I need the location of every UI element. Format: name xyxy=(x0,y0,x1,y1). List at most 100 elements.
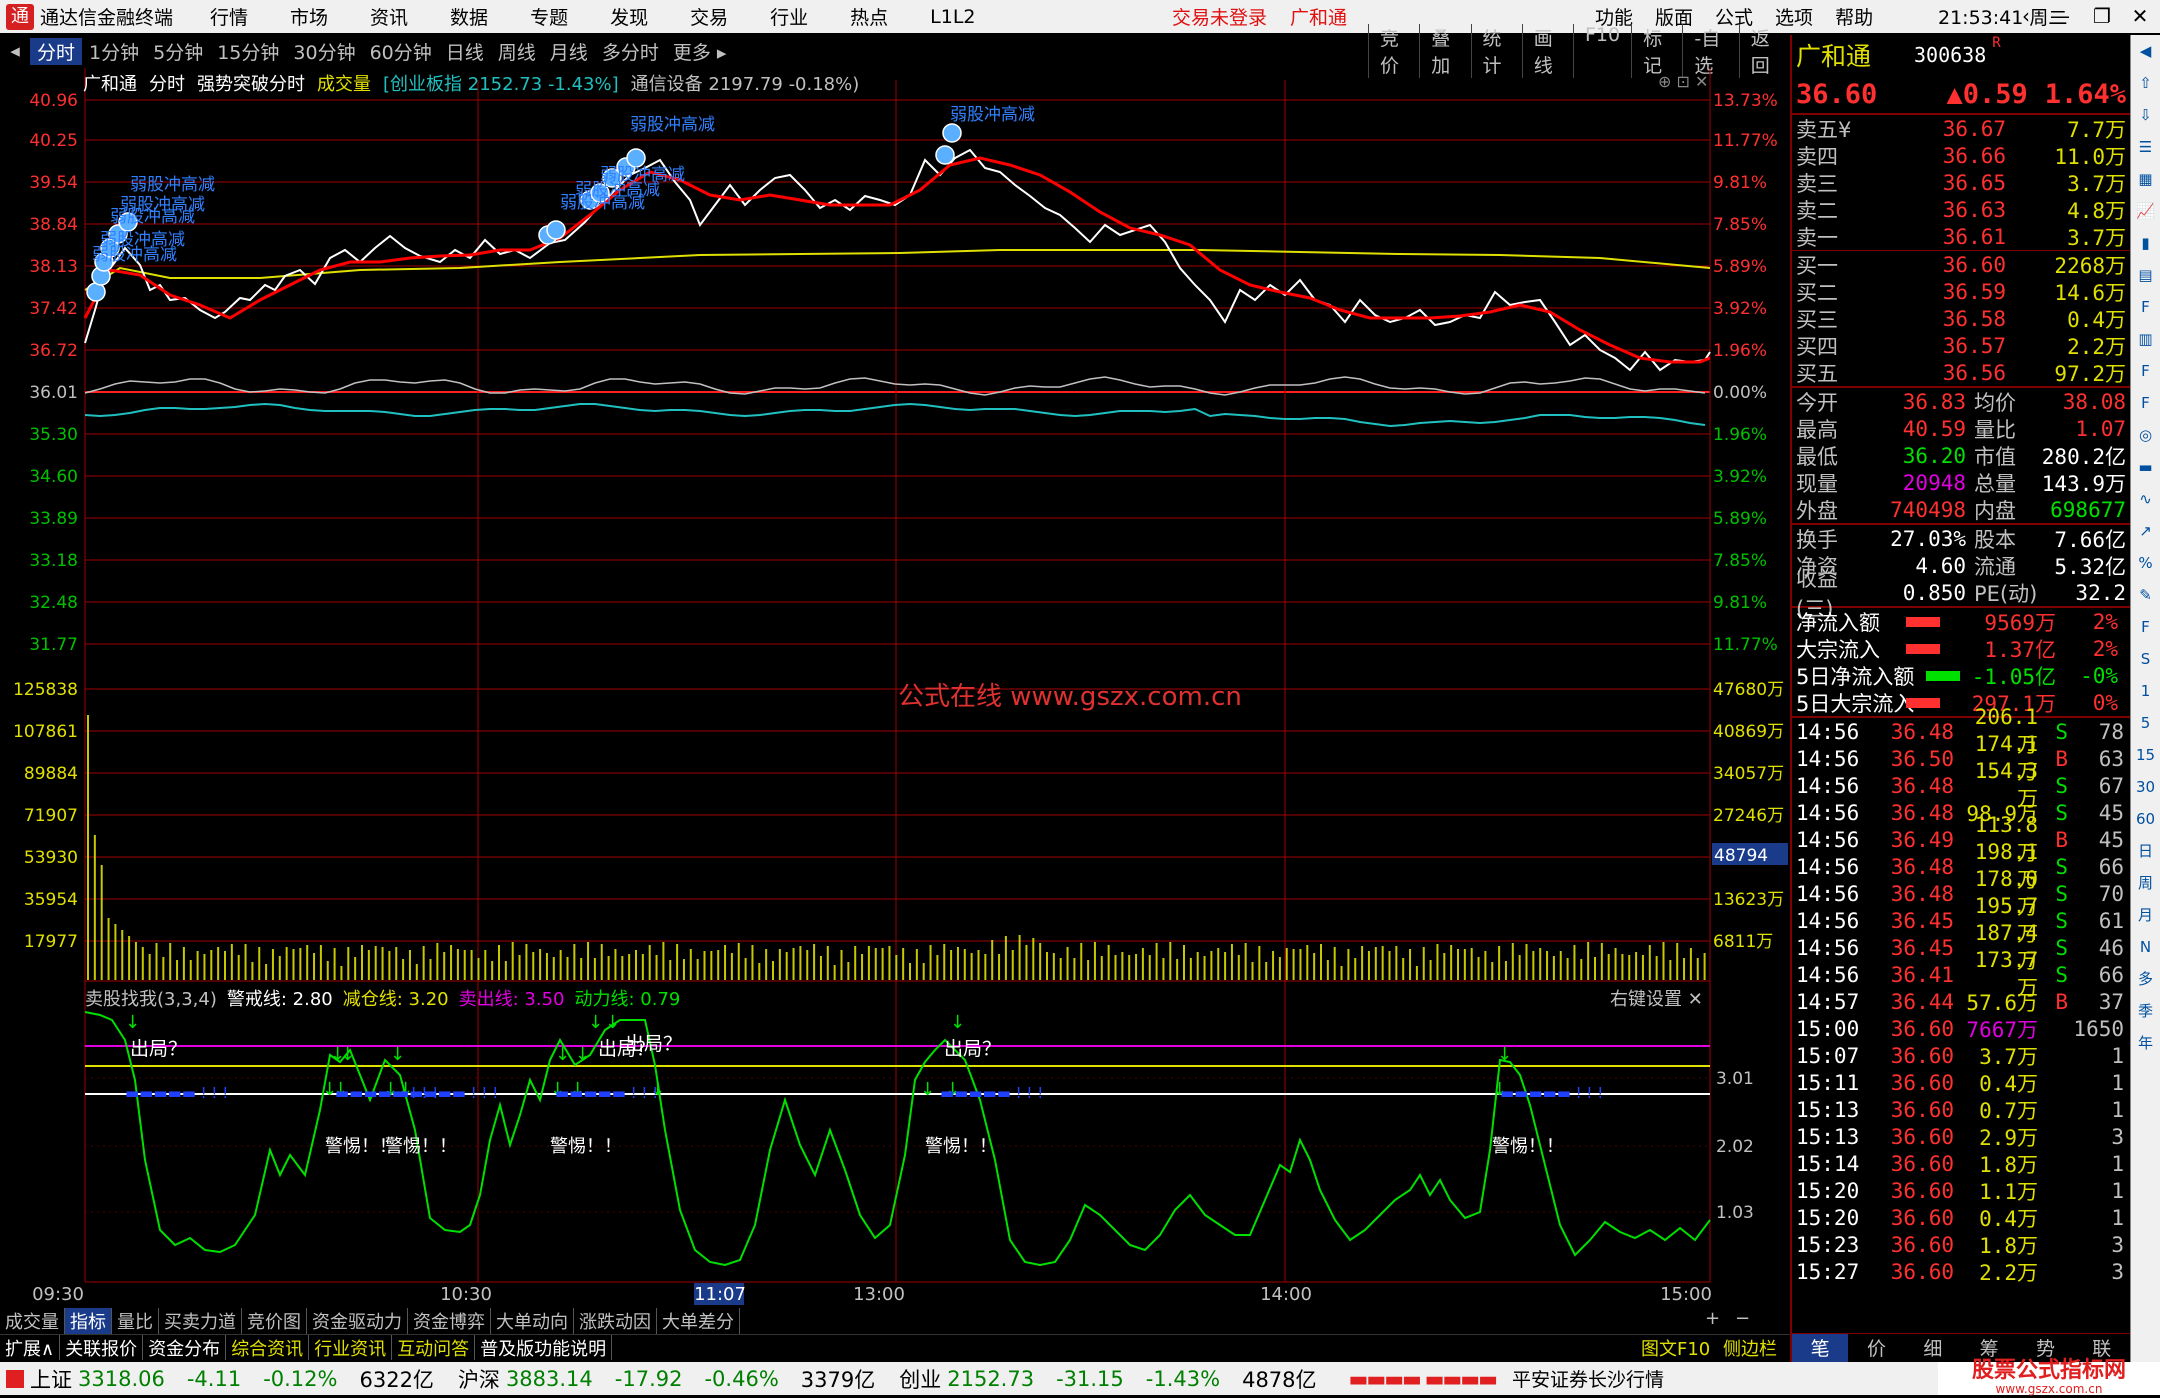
cy-name[interactable]: 创业 xyxy=(899,1364,941,1394)
tab-30min[interactable]: 30分钟 xyxy=(286,38,362,65)
tab-fund-game[interactable]: 资金博弈 xyxy=(408,1308,491,1334)
tab-monthly[interactable]: 月线 xyxy=(543,38,595,65)
tab-5min[interactable]: 5分钟 xyxy=(146,38,210,65)
sidebar-period[interactable]: 周 xyxy=(2131,867,2160,899)
zoom-in-icon[interactable]: + xyxy=(1700,1308,1725,1329)
sidebar-trend-icon[interactable]: ↗ xyxy=(2131,515,2160,547)
tab-qa[interactable]: 互动问答 xyxy=(392,1335,476,1360)
tab-intraday[interactable]: 分时 xyxy=(30,37,83,65)
sz-name[interactable]: 沪深 xyxy=(458,1364,500,1394)
menu-quotes[interactable]: 行情 xyxy=(210,3,248,30)
tick-list[interactable]: 14:56 36.48 206.1万 S 78 14:56 36.50 174.1万 B 63 14… xyxy=(1792,705,2130,1285)
volume-bar xyxy=(395,947,398,980)
indicator-settings[interactable]: 右键设置 ✕ xyxy=(1610,985,1703,1011)
tab-buy-sell-force[interactable]: 买卖力道 xyxy=(159,1308,242,1334)
menu-help[interactable]: 帮助 xyxy=(1835,3,1873,30)
sidebar-pen-icon[interactable]: ✎ xyxy=(2131,579,2160,611)
tab-weekly[interactable]: 周线 xyxy=(491,38,543,65)
menu-topics[interactable]: 专题 xyxy=(530,3,568,30)
sidebar-ring-icon[interactable]: ◎ xyxy=(2131,419,2160,451)
f10-button[interactable]: 图文F10 xyxy=(1636,1335,1715,1361)
sidebar-period[interactable]: 日 xyxy=(2131,835,2160,867)
tab-1min[interactable]: 1分钟 xyxy=(82,38,146,65)
sidebar-period[interactable]: 30 xyxy=(2131,771,2160,803)
sidebar-book-icon[interactable]: ▥ xyxy=(2131,323,2160,355)
sidebar-fs-icon[interactable]: F xyxy=(2131,611,2160,643)
header-mode: 分时 xyxy=(149,74,185,95)
chart-window-icons[interactable]: ⊕ ⊡ ✕ xyxy=(1658,72,1708,91)
sh-name[interactable]: 上证 xyxy=(30,1364,72,1394)
sidebar-bars-icon[interactable]: ▬ xyxy=(2131,451,2160,483)
tab-fund-distribution[interactable]: 资金分布 xyxy=(143,1335,227,1360)
panel-tab-detail[interactable]: 细 xyxy=(1905,1334,1961,1363)
tab-related-quotes[interactable]: 关联报价 xyxy=(60,1335,144,1360)
volume-bar xyxy=(799,946,802,980)
tab-large-diff[interactable]: 大单差分 xyxy=(657,1308,740,1334)
menu-l1l2[interactable]: L1L2 xyxy=(930,6,975,28)
menu-data[interactable]: 数据 xyxy=(450,3,488,30)
sidebar-fin-icon[interactable]: F xyxy=(2131,291,2160,323)
tab-expand[interactable]: 扩展∧ xyxy=(0,1335,61,1360)
menu-hot[interactable]: 热点 xyxy=(850,3,888,30)
sidebar-table-icon[interactable]: ▤ xyxy=(2131,259,2160,291)
volume-bar xyxy=(573,944,576,980)
sidebar-period[interactable]: N xyxy=(2131,931,2160,963)
tab-general-news[interactable]: 综合资讯 xyxy=(226,1335,310,1360)
sidebar-period[interactable]: 15 xyxy=(2131,739,2160,771)
sidebar-up-icon[interactable]: ⇧ xyxy=(2131,67,2160,99)
sidebar-chart-icon[interactable]: 📈 xyxy=(2131,195,2160,227)
tab-indicator[interactable]: 指标 xyxy=(65,1308,112,1334)
tab-industry-news[interactable]: 行业资讯 xyxy=(309,1335,393,1360)
sidebar-down-icon[interactable]: ⇩ xyxy=(2131,99,2160,131)
sidebar-grid-icon[interactable]: ▦ xyxy=(2131,163,2160,195)
panel-tab-price[interactable]: 价 xyxy=(1848,1334,1904,1363)
sidebar-f12-icon[interactable]: F xyxy=(2131,387,2160,419)
tab-price-cause[interactable]: 涨跌动因 xyxy=(574,1308,657,1334)
minimize-icon[interactable]: — xyxy=(2040,0,2080,33)
sidebar-period[interactable]: 60 xyxy=(2131,803,2160,835)
sidebar-list-icon[interactable]: ☰ xyxy=(2131,131,2160,163)
sidebar-period[interactable]: 1 xyxy=(2131,675,2160,707)
sidebar-period[interactable]: 月 xyxy=(2131,899,2160,931)
sidebar-period[interactable]: 年 xyxy=(2131,1027,2160,1059)
tab-daily[interactable]: 日线 xyxy=(439,38,491,65)
feed-name[interactable]: 平安证券长沙行情 xyxy=(1512,1365,1664,1392)
tab-fund-drive[interactable]: 资金驱动力 xyxy=(307,1308,408,1334)
volume-axis-right-label: 27246万 xyxy=(1713,806,1784,826)
sidebar-wave-icon[interactable]: ∿ xyxy=(2131,483,2160,515)
tab-auction-chart[interactable]: 竞价图 xyxy=(242,1308,307,1334)
menu-discover[interactable]: 发现 xyxy=(610,3,648,30)
tab-feature-note[interactable]: 普及版功能说明 xyxy=(475,1335,613,1360)
menu-market[interactable]: 市场 xyxy=(290,3,328,30)
volume-bar xyxy=(265,964,268,980)
tab-volume-ratio[interactable]: 量比 xyxy=(112,1308,159,1334)
broker-name: 广和通 xyxy=(1290,7,1348,29)
sidebar-period[interactable]: 多 xyxy=(2131,963,2160,995)
panel-tab-trades[interactable]: 笔 xyxy=(1792,1334,1849,1363)
sidebar-period[interactable]: 季 xyxy=(2131,995,2160,1027)
login-status[interactable]: 交易未登录 xyxy=(1172,3,1267,30)
sidebar-kline-icon[interactable]: ▮ xyxy=(2131,227,2160,259)
quote-price-row: 36.60 ▲0.59 1.64% xyxy=(1792,75,2130,115)
sidebar-s-icon[interactable]: S xyxy=(2131,643,2160,675)
tab-60min[interactable]: 60分钟 xyxy=(363,38,439,65)
menu-trade[interactable]: 交易 xyxy=(690,3,728,30)
sidebar-arrow-left-icon[interactable]: ◀ xyxy=(2131,35,2160,67)
tab-15min[interactable]: 15分钟 xyxy=(210,38,286,65)
sidebar-f10-icon[interactable]: F xyxy=(2131,355,2160,387)
collapse-icon[interactable]: ◂ xyxy=(0,40,30,62)
sidebar-percent-icon[interactable]: % xyxy=(2131,547,2160,579)
volume-bar xyxy=(587,942,590,980)
zoom-out-icon[interactable]: − xyxy=(1730,1308,1755,1329)
tab-large-order[interactable]: 大单动向 xyxy=(491,1308,574,1334)
sidebar-period[interactable]: 5 xyxy=(2131,707,2160,739)
close-icon[interactable]: ✕ xyxy=(2120,0,2160,33)
volume-bar xyxy=(676,944,679,980)
restore-icon[interactable]: ❐ xyxy=(2082,0,2122,33)
tab-multi-intraday[interactable]: 多分时 xyxy=(595,38,666,65)
menu-news[interactable]: 资讯 xyxy=(370,3,408,30)
menu-industry[interactable]: 行业 xyxy=(770,3,808,30)
intraday-chart[interactable]: 40.96 13.73% 40.25 11.77% 39.54 9.81% 38.84 7.8… xyxy=(0,68,1790,1308)
tab-more[interactable]: 更多 ▸ xyxy=(666,38,734,65)
tab-volume[interactable]: 成交量 xyxy=(0,1308,65,1334)
